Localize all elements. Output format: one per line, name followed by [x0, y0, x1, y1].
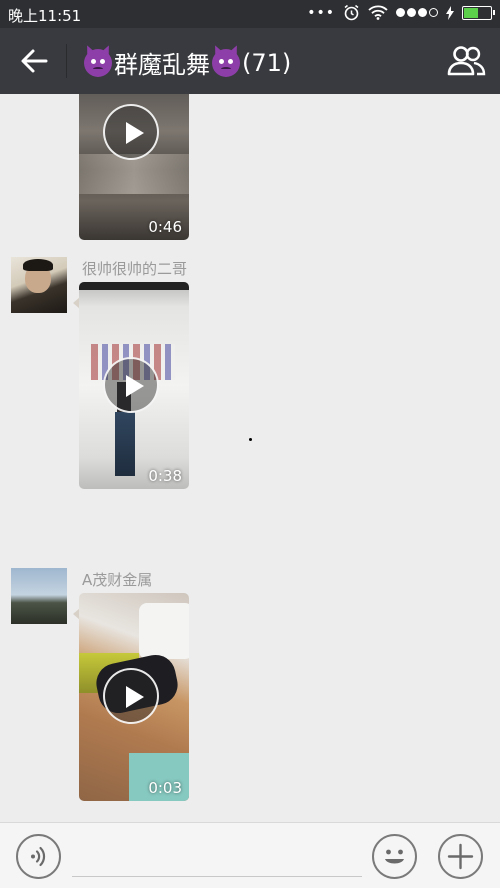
scroll-indicator-dot	[249, 438, 252, 441]
chat-title: 群魔乱舞 (71)	[82, 45, 291, 80]
battery-icon	[462, 5, 495, 20]
header-divider	[66, 44, 67, 78]
charging-icon	[446, 5, 454, 20]
message-input[interactable]	[72, 835, 362, 877]
group-members-icon[interactable]	[446, 44, 486, 78]
video-duration: 0:46	[148, 218, 182, 236]
play-icon[interactable]	[103, 668, 159, 724]
avatar[interactable]	[11, 257, 67, 313]
wifi-icon	[368, 5, 388, 20]
input-bar	[0, 822, 500, 888]
video-message[interactable]: 0:03	[79, 593, 189, 801]
member-count: (71)	[242, 48, 292, 77]
sender-name: A茂财金属	[82, 571, 153, 589]
status-icons: •••	[307, 4, 495, 21]
status-time: 晚上11:51	[8, 7, 82, 25]
smiley-icon	[385, 849, 404, 864]
status-bar: 晚上11:51 •••	[0, 0, 500, 28]
video-duration: 0:03	[148, 779, 182, 797]
plus-icon	[447, 843, 474, 870]
notification-dots: •••	[307, 4, 335, 21]
play-icon[interactable]	[103, 357, 159, 413]
play-icon[interactable]	[103, 104, 159, 160]
message-list[interactable]: 0:46 很帅很帅的二哥 0:38 A茂财金属 0:03	[0, 94, 500, 822]
signal-strength-icon	[396, 8, 438, 17]
more-options-button[interactable]	[438, 834, 483, 879]
voice-input-button[interactable]	[16, 834, 61, 879]
chat-header: 群魔乱舞 (71)	[0, 28, 500, 94]
alarm-icon	[344, 4, 359, 21]
video-message[interactable]: 0:38	[79, 282, 189, 489]
devil-emoji-icon	[212, 48, 240, 77]
back-arrow-icon[interactable]	[18, 46, 50, 76]
emoji-button[interactable]	[372, 834, 417, 879]
avatar[interactable]	[11, 568, 67, 624]
video-duration: 0:38	[148, 467, 182, 485]
sender-name: 很帅很帅的二哥	[82, 260, 188, 278]
video-message[interactable]: 0:46	[79, 94, 189, 240]
group-name: 群魔乱舞	[114, 51, 210, 79]
devil-emoji-icon	[84, 48, 112, 77]
voice-icon	[31, 846, 46, 867]
